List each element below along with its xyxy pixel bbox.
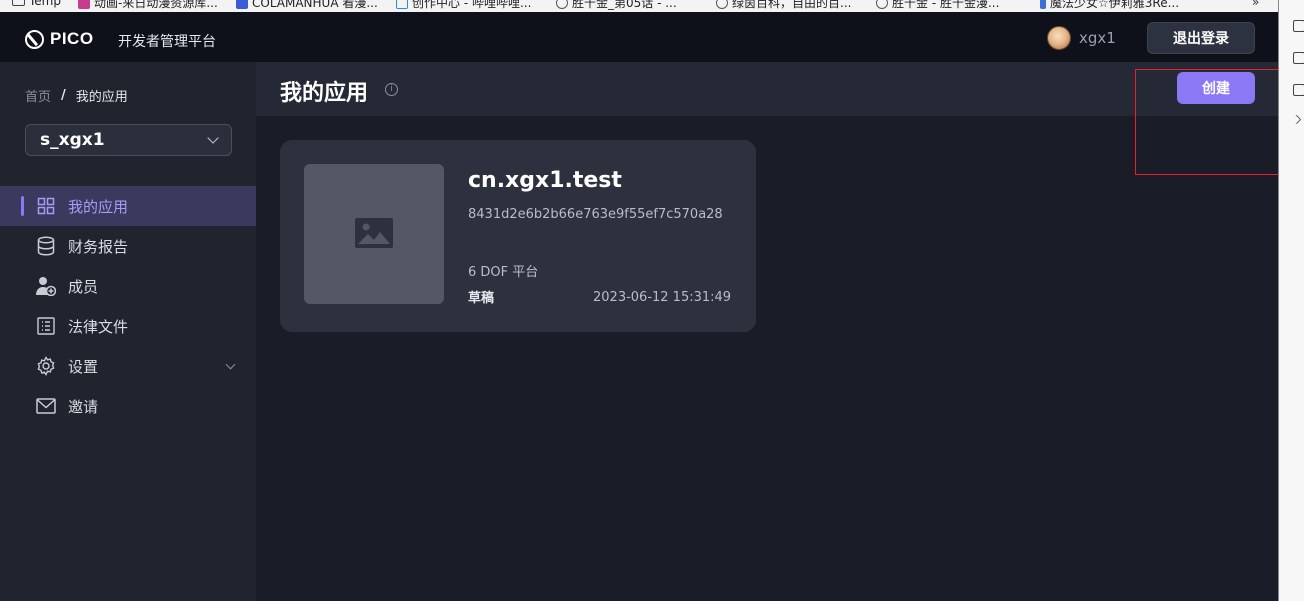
app-date: 2023-06-12 15:31:49	[593, 290, 732, 305]
sidebar-item-finance-report[interactable]: 财务报告	[0, 226, 256, 266]
globe-icon	[876, 0, 888, 9]
info-icon[interactable]: i	[385, 83, 398, 96]
bookmark-label: 绿茵百科，自由的百...	[732, 0, 852, 10]
bookmark-label: 胜千金 - 胜千金漫...	[892, 0, 1000, 10]
panel-calendar-icon[interactable]	[1293, 52, 1304, 64]
bookmark-label: 动画-来日动漫资源库...	[94, 0, 218, 10]
grid-icon	[36, 196, 56, 216]
logout-button[interactable]: 退出登录	[1147, 22, 1255, 54]
site-icon	[396, 0, 408, 9]
pico-logo[interactable]: PICO	[25, 29, 94, 49]
platform-name: 开发者管理平台	[118, 34, 216, 50]
database-icon	[36, 236, 56, 256]
app-thumbnail	[304, 164, 444, 304]
organization-select-value: s_xgx1	[40, 130, 105, 150]
page-title: 我的应用	[280, 81, 369, 106]
sidebar-item-legal-docs[interactable]: 法律文件	[0, 306, 256, 346]
bookmark-label: 创作中心 - 哔哩哔哩...	[412, 0, 532, 10]
sidebar-item-invite[interactable]: 邀请	[0, 386, 256, 426]
sidebar-item-label: 我的应用	[68, 197, 129, 216]
user-add-icon	[36, 276, 56, 296]
mail-icon	[36, 396, 56, 416]
logo-text: PICO	[50, 29, 94, 48]
panel-grid-icon[interactable]	[1293, 20, 1304, 32]
highlight-box	[1135, 69, 1301, 175]
more-bookmarks-button[interactable]: »	[1252, 0, 1259, 9]
globe-icon	[716, 0, 728, 9]
bookmarks-bar: Temp 动画-来日动漫资源库... COLAMANHUA 看漫... 创作中心…	[0, 0, 1278, 12]
sidebar-item-label: 邀请	[68, 397, 99, 416]
bookmark-label: COLAMANHUA 看漫...	[252, 0, 378, 10]
app-card[interactable]: cn.xgx1.test 8431d2e6b2b66e763e9f55ef7c5…	[280, 140, 756, 332]
sidebar-menu: 我的应用 财务报告 成员 法律文件 设置 邀请	[0, 186, 256, 426]
bookmark-item[interactable]: 魔法少女☆伊莉雅3Re...	[1040, 0, 1179, 11]
breadcrumb-current: 我的应用	[75, 90, 128, 105]
globe-icon	[556, 0, 568, 9]
site-icon	[78, 0, 90, 9]
chevron-down-icon	[207, 131, 219, 144]
app-status: 草稿	[468, 291, 495, 306]
panel-chevron-right-icon[interactable]	[1291, 114, 1302, 125]
app-platform: 6 DOF 平台	[468, 265, 539, 280]
document-list-icon	[36, 316, 56, 336]
bookmark-item[interactable]: Temp	[12, 0, 61, 8]
sidebar-item-settings[interactable]: 设置	[0, 346, 256, 386]
bookmark-item[interactable]: COLAMANHUA 看漫...	[236, 0, 378, 11]
browser-side-panel	[1278, 0, 1304, 601]
sidebar-item-label: 财务报告	[68, 237, 129, 256]
bookmark-label: 胜千金_第05话 - ...	[572, 0, 677, 10]
sidebar: 首页 / 我的应用 s_xgx1 我的应用 财务报告 成员 法律文件 设置 邀请	[0, 62, 256, 601]
sidebar-item-members[interactable]: 成员	[0, 266, 256, 306]
sidebar-item-label: 成员	[68, 277, 99, 296]
breadcrumb: 首页 / 我的应用	[25, 86, 128, 105]
bookmark-item[interactable]: 绿茵百科，自由的百...	[716, 0, 851, 11]
top-navigation: PICO 开发者管理平台 xgx1 退出登录	[0, 12, 1278, 62]
sidebar-item-my-apps[interactable]: 我的应用	[0, 186, 256, 226]
page-header: 我的应用 i 创建	[256, 62, 1278, 116]
bookmark-item[interactable]: 创作中心 - 哔哩哔哩...	[396, 0, 531, 11]
bookmark-label: Temp	[29, 0, 61, 8]
user-menu[interactable]: xgx1	[1047, 26, 1116, 50]
image-placeholder-icon	[355, 218, 393, 248]
breadcrumb-home[interactable]: 首页	[25, 86, 51, 105]
pico-logo-icon	[25, 29, 44, 49]
bookmark-label: 魔法少女☆伊莉雅3Re...	[1050, 0, 1180, 10]
app-name: cn.xgx1.test	[468, 168, 622, 193]
app-id: 8431d2e6b2b66e763e9f55ef7c570a28	[468, 207, 723, 222]
breadcrumb-separator: /	[61, 88, 66, 103]
bookmark-item[interactable]: 动画-来日动漫资源库...	[78, 0, 218, 11]
username: xgx1	[1079, 29, 1116, 47]
panel-copy-icon[interactable]	[1293, 84, 1304, 96]
chevron-down-icon	[225, 359, 236, 370]
organization-select[interactable]: s_xgx1	[25, 124, 232, 156]
site-icon	[236, 0, 248, 9]
sidebar-item-label: 法律文件	[68, 317, 129, 336]
bookmark-item[interactable]: 胜千金_第05话 - ...	[556, 0, 677, 11]
gear-icon	[36, 356, 56, 376]
avatar	[1047, 26, 1071, 50]
site-icon	[1040, 0, 1046, 9]
sidebar-item-label: 设置	[68, 357, 99, 376]
bookmark-item[interactable]: 胜千金 - 胜千金漫...	[876, 0, 999, 11]
folder-icon	[12, 0, 25, 6]
